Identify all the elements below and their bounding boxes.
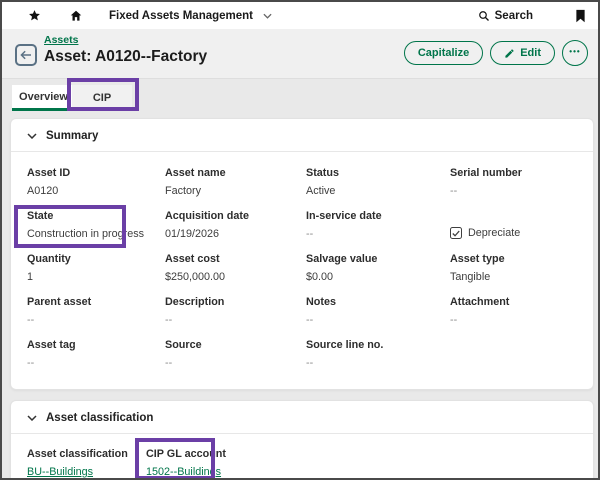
edit-button[interactable]: Edit (490, 41, 555, 65)
field-asset-cost: Asset cost $250,000.00 (165, 247, 306, 290)
field-cip-gl-account: CIP GL account 1502--Buildings (146, 442, 577, 480)
page-title: Asset: A0120--Factory (44, 48, 207, 66)
field-salvage-value: Salvage value $0.00 (306, 247, 450, 290)
field-asset-type: Asset type Tangible (450, 247, 577, 290)
bookmark-icon[interactable] (575, 9, 586, 23)
app-window: Fixed Assets Management Search Assets As… (0, 0, 600, 480)
search-label: Search (495, 10, 533, 22)
field-notes: Notes -- (306, 290, 450, 333)
checkmark-icon (452, 230, 460, 237)
classification-section-header[interactable]: Asset classification (11, 401, 593, 434)
search-button[interactable]: Search (478, 10, 533, 22)
breadcrumb-assets-link[interactable]: Assets (44, 34, 207, 46)
cip-gl-account-link[interactable]: 1502--Buildings (146, 466, 577, 478)
field-in-service-date: In-service date -- (306, 204, 450, 247)
field-asset-id: Asset ID A0120 (27, 161, 165, 204)
summary-fields: Asset ID A0120 Asset name Factory Status… (11, 152, 593, 376)
field-serial-number: Serial number -- (450, 161, 577, 204)
depreciate-label: Depreciate (468, 227, 520, 239)
field-source: Source -- (165, 333, 306, 376)
asset-classification-card: Asset classification Asset classificatio… (10, 400, 594, 480)
field-description: Description -- (165, 290, 306, 333)
chevron-down-icon (27, 415, 37, 421)
field-acquisition-date: Acquisition date 01/19/2026 (165, 204, 306, 247)
field-asset-name: Asset name Factory (165, 161, 306, 204)
capitalize-button[interactable]: Capitalize (404, 41, 483, 65)
tab-cip[interactable]: CIP (72, 85, 132, 111)
summary-card: Summary Asset ID A0120 Asset name Factor… (10, 118, 594, 390)
search-icon (478, 10, 490, 22)
field-parent-asset: Parent asset -- (27, 290, 165, 333)
tab-overview[interactable]: Overview (12, 85, 75, 111)
field-asset-tag: Asset tag -- (27, 333, 165, 376)
depreciate-checkbox[interactable] (450, 227, 462, 239)
summary-title: Summary (46, 130, 98, 142)
pencil-icon (504, 48, 515, 59)
star-icon[interactable] (28, 9, 41, 22)
top-bar: Fixed Assets Management Search (2, 2, 598, 29)
app-name[interactable]: Fixed Assets Management (109, 10, 253, 22)
classification-fields: Asset classification BU--Buildings CIP G… (11, 434, 593, 480)
field-asset-classification: Asset classification BU--Buildings (27, 442, 146, 480)
more-actions-button[interactable]: ••• (562, 40, 588, 66)
summary-section-header[interactable]: Summary (11, 119, 593, 152)
field-state: State Construction in progress (27, 204, 165, 247)
arrow-left-icon (20, 50, 32, 60)
field-source-line-no: Source line no. -- (306, 333, 450, 376)
asset-classification-link[interactable]: BU--Buildings (27, 466, 146, 478)
classification-title: Asset classification (46, 412, 153, 424)
field-depreciate: Depreciate (450, 204, 577, 247)
field-status: Status Active (306, 161, 450, 204)
chevron-down-icon (27, 133, 37, 139)
home-icon[interactable] (69, 9, 83, 23)
field-attachment: Attachment -- (450, 290, 577, 333)
back-button[interactable] (15, 44, 37, 66)
field-quantity: Quantity 1 (27, 247, 165, 290)
chevron-down-icon[interactable] (263, 13, 272, 19)
page-header: Assets Asset: A0120--Factory Capitalize … (2, 29, 598, 79)
